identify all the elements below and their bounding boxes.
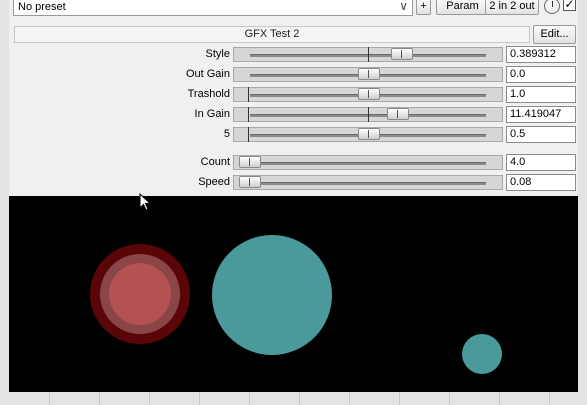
slider-groove bbox=[250, 182, 486, 185]
slider-center-mark bbox=[368, 47, 369, 62]
preset-dropdown[interactable]: No preset ∨ bbox=[13, 0, 413, 16]
slider-thumb[interactable] bbox=[239, 176, 261, 188]
slider-value-field[interactable]: 1.0 bbox=[506, 86, 576, 103]
slider-groove bbox=[250, 162, 486, 165]
slider-label: Count bbox=[200, 156, 230, 168]
preset-value: No preset bbox=[18, 1, 66, 13]
slider-label: Out Gain bbox=[185, 68, 230, 80]
chevron-down-icon: ∨ bbox=[399, 0, 408, 13]
plugin-title: GFX Test 2 bbox=[14, 26, 530, 43]
red-circle-inner bbox=[109, 263, 171, 325]
slider-track[interactable] bbox=[233, 127, 503, 142]
slider-row: Trashold 1.0 bbox=[9, 86, 578, 104]
slider-track[interactable] bbox=[233, 155, 503, 170]
slider-track[interactable] bbox=[233, 47, 503, 62]
slider-row: 5 0.5 bbox=[9, 126, 578, 144]
slider-start-mark bbox=[248, 127, 249, 142]
slider-center-mark bbox=[368, 107, 369, 122]
wet-knob-icon[interactable] bbox=[544, 0, 560, 14]
teal-circle-small bbox=[462, 334, 502, 374]
slider-label: In Gain bbox=[194, 108, 230, 120]
slider-track[interactable] bbox=[233, 175, 503, 190]
slider-track[interactable] bbox=[233, 107, 503, 122]
bypass-checkbox[interactable]: ✓ bbox=[563, 0, 576, 11]
edit-button[interactable]: Edit... bbox=[533, 25, 576, 44]
slider-thumb[interactable] bbox=[358, 68, 380, 80]
slider-row: Count 4.0 bbox=[9, 154, 578, 172]
slider-value-field[interactable]: 0.5 bbox=[506, 126, 576, 143]
io-routing-button[interactable]: 2 in 2 out bbox=[485, 0, 539, 15]
slider-value-field[interactable]: 11.419047 bbox=[506, 106, 576, 123]
slider-start-mark bbox=[248, 107, 249, 122]
slider-track[interactable] bbox=[233, 67, 503, 82]
slider-thumb[interactable] bbox=[358, 128, 380, 140]
slider-label: Style bbox=[205, 48, 230, 60]
mouse-cursor-icon bbox=[139, 193, 151, 211]
slider-value-field[interactable]: 0.389312 bbox=[506, 46, 576, 63]
slider-label: Speed bbox=[198, 176, 230, 188]
slider-row: Style 0.389312 bbox=[9, 46, 578, 64]
slider-value-field[interactable]: 4.0 bbox=[506, 154, 576, 171]
toolbar: No preset ∨ + Param 2 in 2 out ✓ bbox=[9, 0, 578, 18]
slider-start-mark bbox=[248, 87, 249, 102]
slider-value-field[interactable]: 0.0 bbox=[506, 66, 576, 83]
slider-thumb[interactable] bbox=[239, 156, 261, 168]
plugin-window: No preset ∨ + Param 2 in 2 out ✓ GFX Tes… bbox=[9, 0, 578, 392]
slider-thumb[interactable] bbox=[386, 108, 409, 120]
gfx-drawing bbox=[90, 235, 502, 374]
param-button[interactable]: Param bbox=[436, 0, 489, 15]
slider-value-field[interactable]: 0.08 bbox=[506, 174, 576, 191]
slider-row: Out Gain 0.0 bbox=[9, 66, 578, 84]
teal-circle-large bbox=[212, 235, 332, 355]
slider-thumb[interactable] bbox=[358, 88, 380, 100]
slider-label: 5 bbox=[223, 128, 230, 140]
slider-row: Speed 0.08 bbox=[9, 174, 578, 192]
slider-thumb[interactable] bbox=[391, 48, 414, 60]
slider-row: In Gain 11.419047 bbox=[9, 106, 578, 124]
add-button[interactable]: + bbox=[416, 0, 431, 15]
slider-label: Trashold bbox=[187, 88, 230, 100]
slider-track[interactable] bbox=[233, 87, 503, 102]
gfx-canvas[interactable] bbox=[9, 196, 578, 392]
